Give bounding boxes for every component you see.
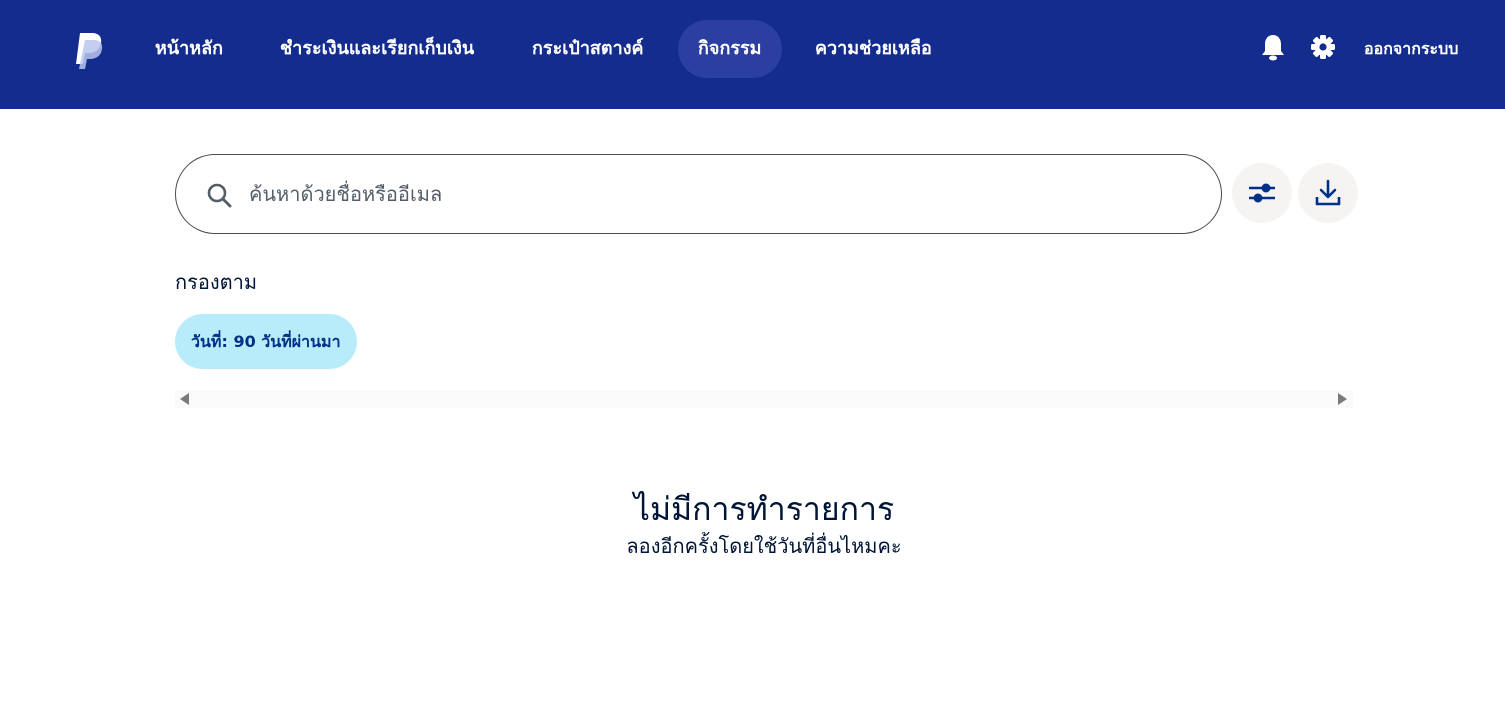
empty-state-title: ไม่มีการทำรายการ bbox=[633, 490, 895, 528]
empty-state-subtitle: ลองอีกครั้งโดยใช้วันที่อื่นไหมคะ bbox=[626, 534, 902, 558]
logout-link[interactable]: ออกจากระบบ bbox=[1364, 20, 1458, 78]
top-navigation-bar: หน้าหลัก ชำระเงินและเรียกเก็บเงิน กระเป๋… bbox=[0, 0, 1505, 109]
bell-icon[interactable] bbox=[1260, 33, 1286, 61]
horizontal-scrollbar[interactable] bbox=[175, 390, 1353, 408]
nav-pay-and-request[interactable]: ชำระเงินและเรียกเก็บเงิน bbox=[280, 20, 474, 78]
scroll-left-icon[interactable] bbox=[180, 393, 189, 405]
search-bar[interactable] bbox=[175, 154, 1222, 234]
nav-wallet[interactable]: กระเป๋าสตางค์ bbox=[532, 20, 644, 78]
paypal-logo[interactable] bbox=[73, 32, 105, 70]
sliders-icon bbox=[1249, 183, 1275, 203]
search-icon bbox=[207, 183, 232, 208]
scroll-right-icon[interactable] bbox=[1338, 393, 1347, 405]
filter-by-label: กรองตาม bbox=[175, 270, 258, 294]
nav-home[interactable]: หน้าหลัก bbox=[155, 20, 223, 78]
date-filter-chip[interactable]: วันที่: 90 วันที่ผ่านมา bbox=[175, 314, 357, 369]
download-icon bbox=[1315, 179, 1341, 206]
filter-button[interactable] bbox=[1232, 163, 1292, 223]
gear-icon[interactable] bbox=[1310, 33, 1336, 61]
nav-activity[interactable]: กิจกรรม bbox=[678, 20, 782, 78]
download-button[interactable] bbox=[1298, 163, 1358, 223]
nav-help[interactable]: ความช่วยเหลือ bbox=[815, 20, 932, 78]
search-input[interactable] bbox=[249, 155, 1189, 233]
